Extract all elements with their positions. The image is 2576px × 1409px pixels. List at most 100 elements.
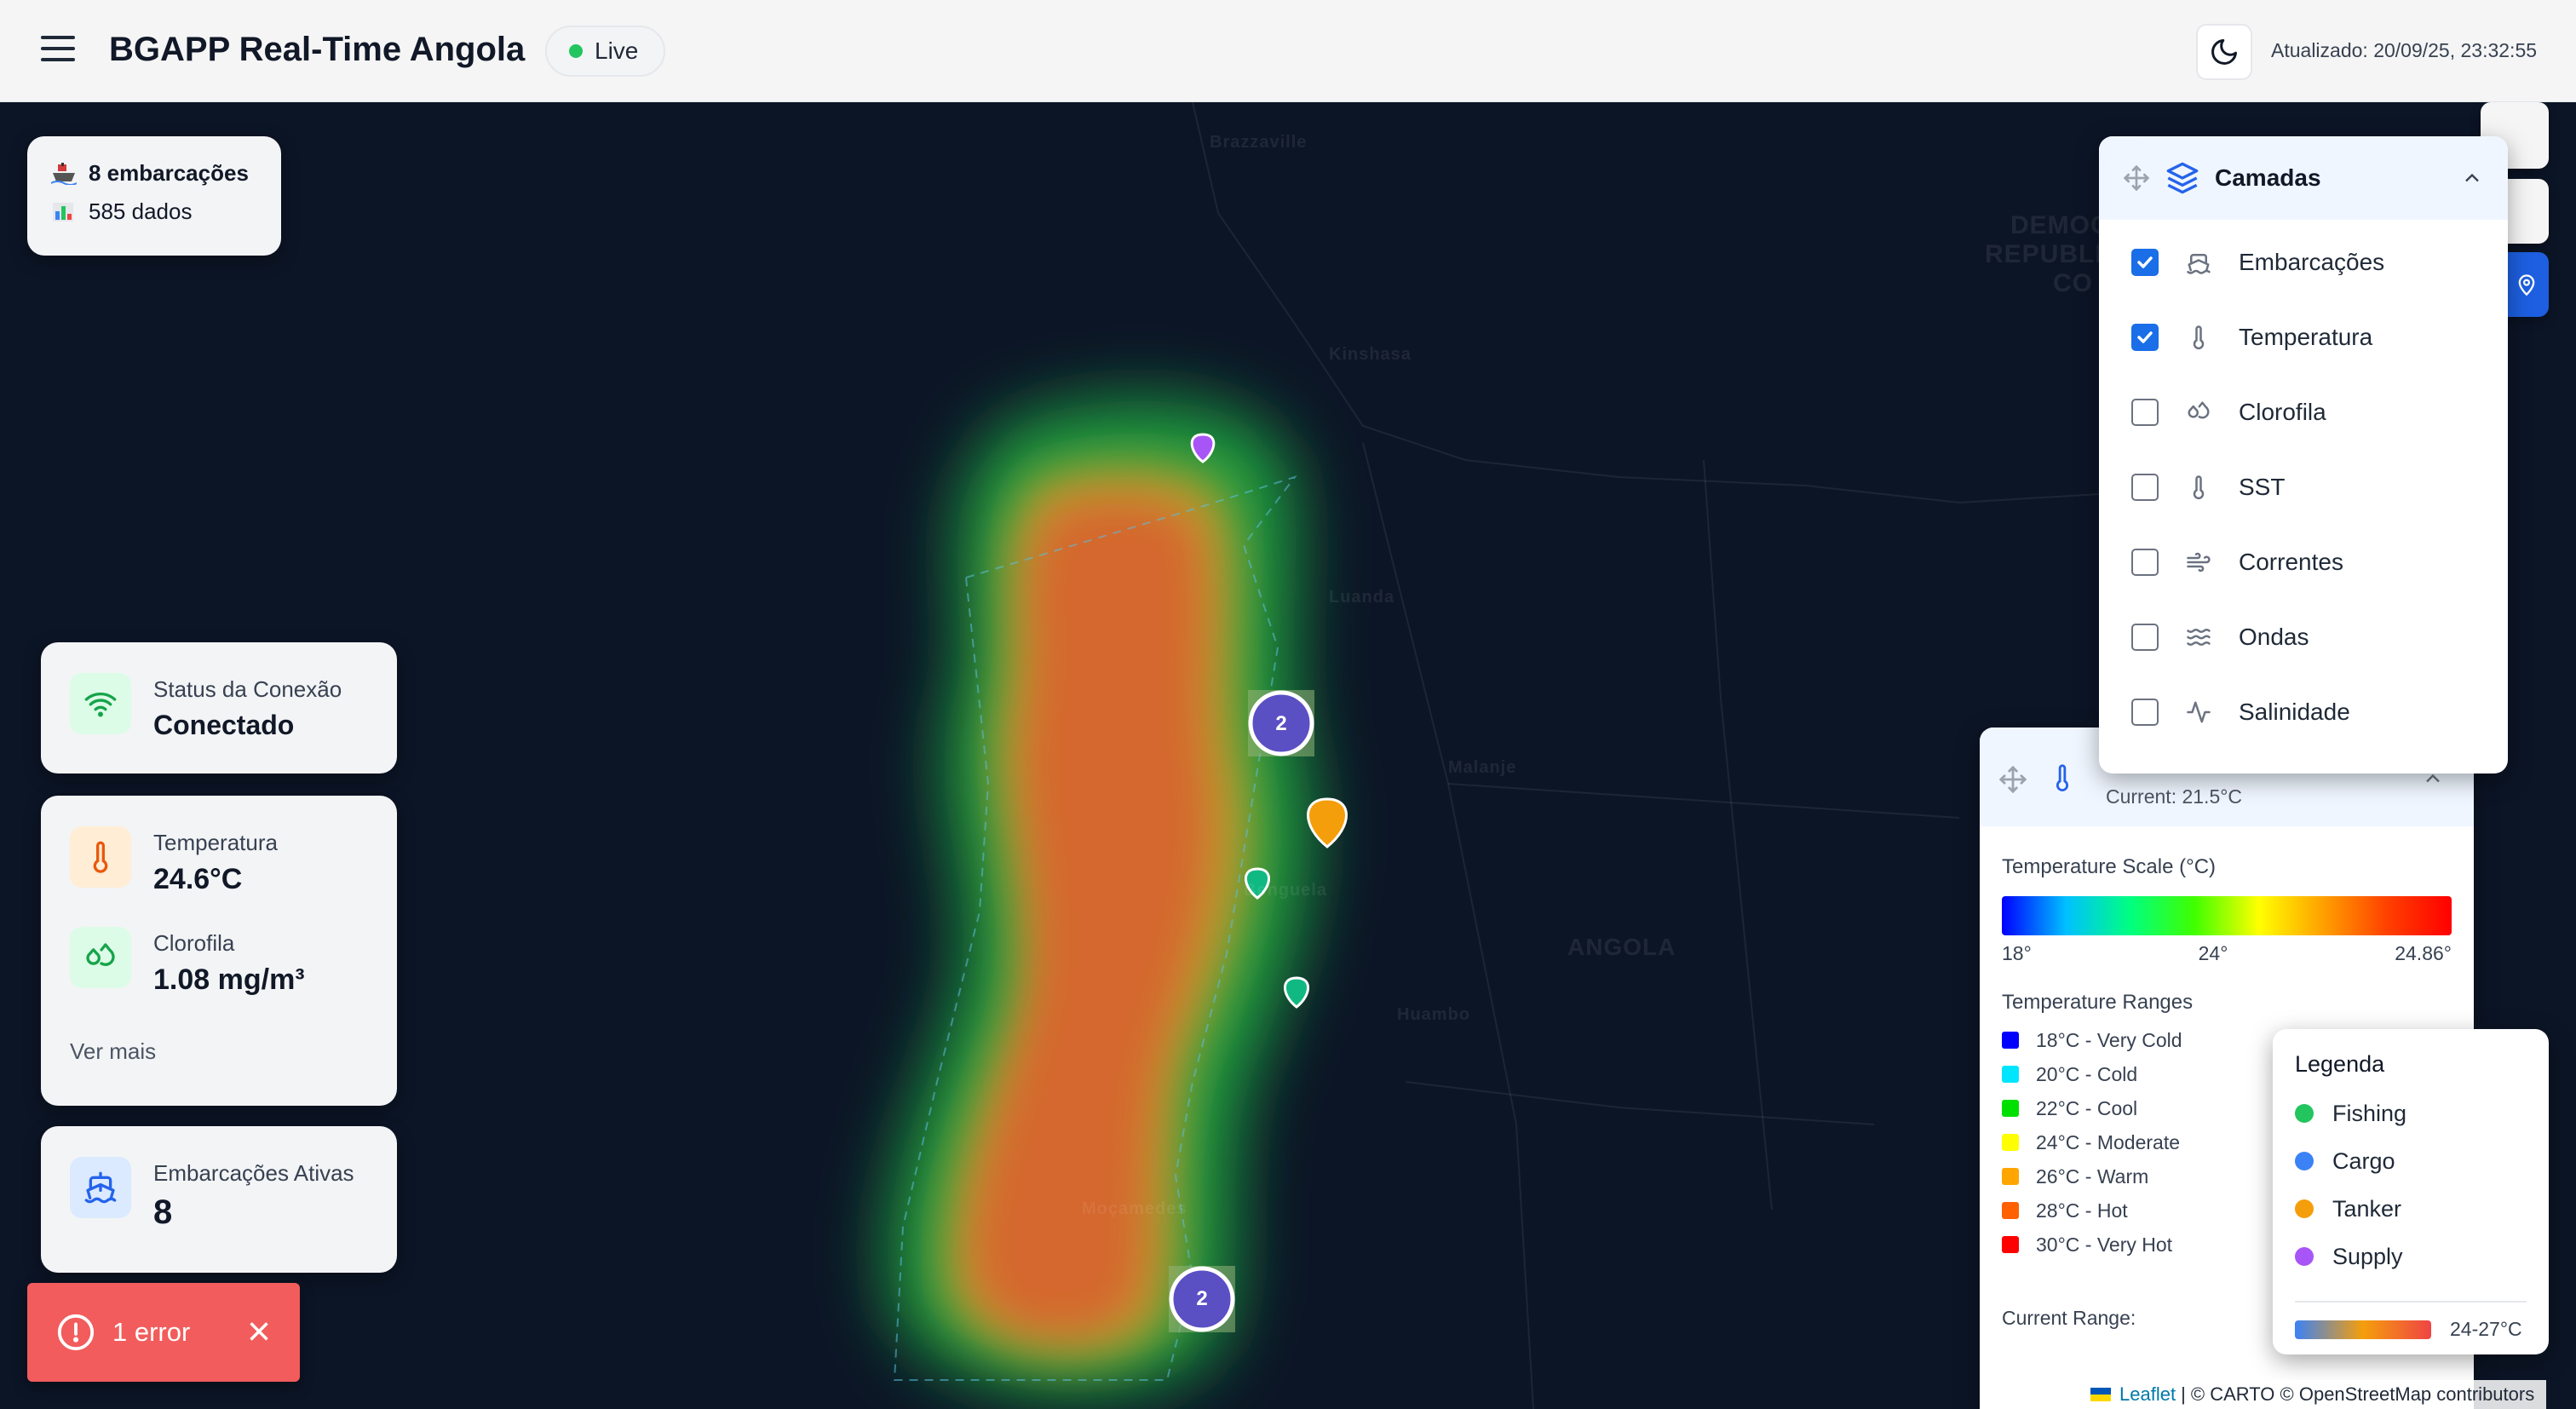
legend-label: Tanker — [2332, 1195, 2402, 1222]
layer-label: Clorofila — [2239, 399, 2326, 425]
error-toast[interactable]: 1 error × — [27, 1283, 300, 1382]
legend-item: Supply — [2295, 1233, 2527, 1280]
legend-label: Cargo — [2332, 1147, 2395, 1174]
thermometer-icon — [70, 826, 131, 888]
legend-item: Tanker — [2295, 1185, 2527, 1233]
legend-title: Legenda — [2295, 1051, 2385, 1077]
move-icon[interactable] — [1998, 765, 2027, 794]
map-label: Kinshasa — [1329, 345, 1412, 364]
range-label: 30°C - Very Hot — [2036, 1233, 2173, 1256]
legend-range-value: 24-27°C — [2450, 1318, 2522, 1340]
wind-icon — [2184, 548, 2213, 577]
range-swatch — [2002, 1100, 2019, 1117]
error-label: 1 error — [112, 1317, 191, 1347]
layer-label: Ondas — [2239, 624, 2309, 650]
map-label: Huambo — [1397, 1005, 1470, 1024]
layer-toggle-5[interactable]: Ondas — [2099, 600, 2508, 675]
vessel-marker-fishing-2[interactable] — [1284, 976, 1309, 1009]
chlorophyll-value: 1.08 mg/m³ — [153, 963, 305, 996]
activity-icon — [2184, 698, 2213, 727]
moon-icon — [2211, 39, 2237, 65]
range-label: 26°C - Warm — [2036, 1165, 2149, 1188]
layer-toggle-4[interactable]: Correntes — [2099, 525, 2508, 600]
vessel-count: 8 embarcações — [89, 160, 249, 186]
menu-icon[interactable] — [41, 36, 75, 66]
environment-card: Temperatura 24.6°C Clorofila 1.08 mg/m³ … — [41, 796, 397, 1106]
map-label: Moçamedes — [1082, 1199, 1187, 1218]
close-icon[interactable]: × — [247, 1312, 271, 1353]
scale-tick-min: 18° — [2002, 942, 2032, 964]
ship-icon — [70, 1157, 131, 1218]
cluster-marker-south[interactable]: 2 — [1171, 1268, 1233, 1330]
range-label: 28°C - Hot — [2036, 1199, 2128, 1222]
layer-checkbox[interactable] — [2131, 474, 2159, 501]
legend-label: Supply — [2332, 1243, 2403, 1269]
ukraine-flag-icon — [2090, 1388, 2111, 1401]
bar-chart-icon — [53, 202, 73, 221]
legend-dot — [2295, 1104, 2314, 1123]
map-label: Luanda — [1329, 588, 1395, 607]
cluster-marker-north[interactable]: 2 — [1251, 693, 1312, 755]
last-updated: Atualizado: 20/09/25, 23:32:55 — [2271, 39, 2538, 61]
range-swatch — [2002, 1236, 2019, 1253]
theme-toggle-button[interactable] — [2196, 24, 2252, 80]
layer-toggle-3[interactable]: SST — [2099, 450, 2508, 525]
layer-label: Temperatura — [2239, 324, 2373, 350]
vessel-marker-tanker[interactable] — [1307, 797, 1348, 848]
layer-checkbox[interactable] — [2131, 624, 2159, 651]
legend-dot — [2295, 1247, 2314, 1266]
layer-checkbox[interactable] — [2131, 324, 2159, 351]
chevron-up-icon[interactable] — [2460, 166, 2484, 190]
leaflet-link[interactable]: Leaflet — [2119, 1383, 2176, 1406]
map-label: ANGOLA — [1567, 934, 1676, 960]
layer-toggle-2[interactable]: Clorofila — [2099, 375, 2508, 450]
legend-range: 24-27°C — [2295, 1301, 2527, 1341]
layer-toggle-1[interactable]: Temperatura — [2099, 300, 2508, 375]
scale-ticks: 18° 24° 24.86° — [2002, 942, 2452, 965]
see-more-link[interactable]: Ver mais — [70, 1038, 156, 1065]
live-dot-icon — [569, 44, 583, 58]
connection-value: Conectado — [153, 710, 295, 740]
temperature-value: 24.6°C — [153, 863, 243, 895]
thermometer-icon — [2184, 323, 2213, 352]
map-label: Benguela — [1244, 881, 1328, 900]
current-range-label: Current Range: — [2002, 1307, 2136, 1329]
summary-card: 8 embarcações 585 dados — [27, 136, 281, 256]
scale-tick-max: 24.86° — [2395, 942, 2452, 964]
temperature-label: Temperatura — [153, 830, 278, 855]
layer-label: Salinidade — [2239, 699, 2350, 725]
live-label: Live — [595, 37, 639, 64]
map-label: CO — [2053, 269, 2093, 297]
app-title: BGAPP Real-Time Angola — [109, 31, 526, 68]
range-label: 22°C - Cool — [2036, 1096, 2138, 1119]
app-header: BGAPP Real-Time Angola Live Atualizado: … — [0, 0, 2576, 102]
layer-label: Embarcações — [2239, 249, 2385, 275]
range-swatch — [2002, 1032, 2019, 1049]
temperature-scale-bar — [2002, 896, 2452, 935]
layer-checkbox[interactable] — [2131, 249, 2159, 276]
vessel-legend: Legenda Fishing Cargo Tanker Supply 24-27°C — [2273, 1029, 2549, 1354]
layer-toggle-0[interactable]: Embarcações — [2099, 225, 2508, 300]
layer-checkbox[interactable] — [2131, 549, 2159, 576]
current-temperature: Current: 21.5°C — [2106, 785, 2243, 808]
attribution-text: | © CARTO © OpenStreetMap contributors — [2181, 1383, 2535, 1405]
layer-label: Correntes — [2239, 549, 2343, 575]
layers-panel-header[interactable]: Camadas — [2099, 136, 2508, 220]
layer-toggle-6[interactable]: Salinidade — [2099, 675, 2508, 750]
chlorophyll-label: Clorofila — [153, 930, 235, 956]
alert-circle-icon — [57, 1314, 95, 1351]
layer-label: SST — [2239, 474, 2286, 500]
cluster-count: 2 — [1275, 712, 1287, 735]
move-icon[interactable] — [2123, 164, 2150, 192]
ship-icon — [2184, 248, 2213, 277]
range-gradient — [2295, 1320, 2431, 1339]
layer-checkbox[interactable] — [2131, 399, 2159, 426]
thermometer-icon — [2056, 764, 2069, 791]
layer-checkbox[interactable] — [2131, 699, 2159, 726]
scale-tick-mid: 24° — [2198, 942, 2228, 964]
waves-icon — [2184, 623, 2213, 652]
layers-title: Camadas — [2215, 164, 2321, 191]
droplets-icon — [2184, 398, 2213, 427]
layer-list: Embarcações Temperatura Clorofila SST Corren… — [2099, 220, 2508, 750]
cluster-count: 2 — [1196, 1287, 1208, 1310]
